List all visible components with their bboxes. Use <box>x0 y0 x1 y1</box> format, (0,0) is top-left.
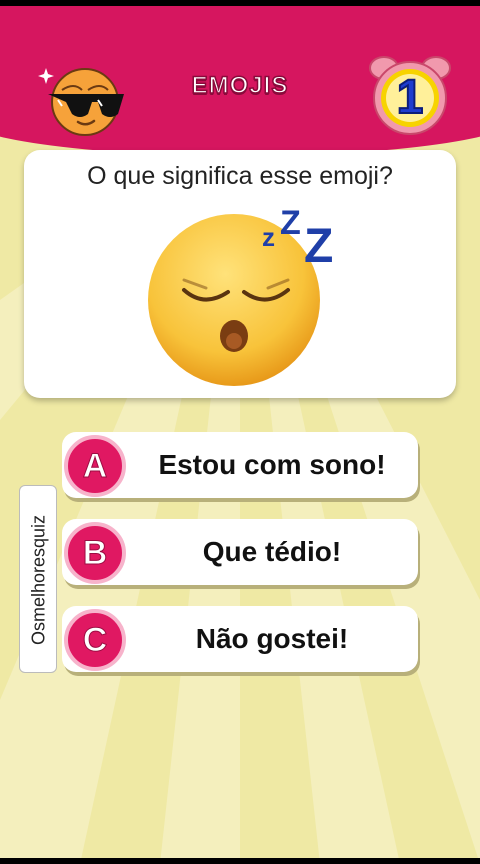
option-label: Não gostei! <box>195 623 349 654</box>
svg-text:Z: Z <box>304 220 333 273</box>
sleeping-face-emoji: z Z Z <box>148 208 333 386</box>
watermark-text: Osmelhoresquiz <box>28 514 49 646</box>
watermark: Osmelhoresquiz <box>19 485 57 673</box>
option-letter: A <box>82 447 108 486</box>
option-label: Estou com sono! <box>158 449 386 480</box>
answer-option-c[interactable]: C Não gostei! <box>62 606 420 676</box>
quiz-screen: EMOJIS 1 O que significa esse emoji? z Z… <box>0 0 480 864</box>
option-label: Que tédio! <box>202 536 342 567</box>
sunglasses-sun-icon <box>38 68 124 136</box>
option-letter-badge: B <box>64 522 126 584</box>
option-letter-badge: A <box>64 435 126 497</box>
question-card: O que significa esse emoji? z Z Z <box>24 150 456 398</box>
option-letter: B <box>82 534 108 573</box>
option-letter-badge: C <box>64 609 126 671</box>
answer-option-b[interactable]: B Que tédio! <box>62 519 420 589</box>
svg-text:Z: Z <box>280 208 301 242</box>
answer-option-a[interactable]: A Estou com sono! <box>62 432 420 502</box>
bottom-black-bar <box>0 858 480 864</box>
option-letter: C <box>82 621 108 660</box>
alarm-clock-timer: 1 <box>368 52 452 136</box>
timer-value: 1 <box>396 70 425 125</box>
svg-text:z: z <box>262 222 275 252</box>
question-text: O que significa esse emoji? <box>87 162 393 190</box>
